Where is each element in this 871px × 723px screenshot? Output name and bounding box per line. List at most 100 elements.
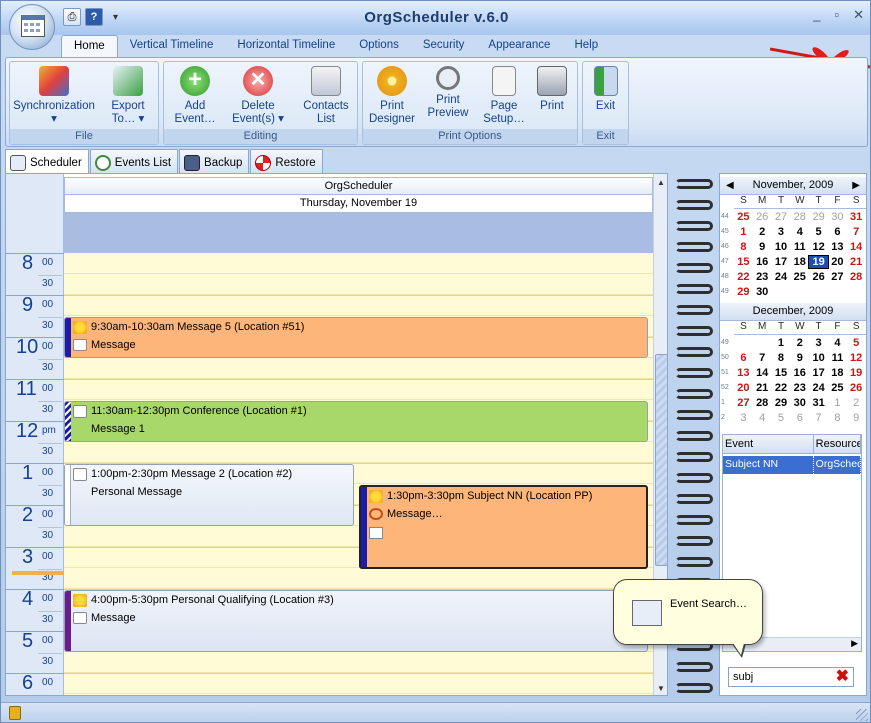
calendar-day[interactable]: 22 (734, 271, 753, 283)
event-subject-nn[interactable]: 1:30pm-3:30pm Subject NN (Location PP) M… (359, 485, 648, 569)
calendar-day[interactable]: 8 (734, 241, 753, 253)
tab-options[interactable]: Options (347, 35, 411, 57)
calendar-day[interactable]: 8 (828, 412, 847, 424)
calendar-day[interactable]: 9 (753, 241, 772, 253)
tab-vertical-timeline[interactable]: Vertical Timeline (118, 35, 226, 57)
calendar-day[interactable]: 1 (734, 226, 753, 238)
minimize-button[interactable]: _ (813, 7, 820, 23)
calendar-day[interactable]: 15 (772, 367, 791, 379)
calendar-day[interactable]: 26 (809, 271, 828, 283)
calendar-day[interactable]: 2 (790, 337, 809, 349)
print-button[interactable]: Print (525, 66, 579, 113)
calendar-day[interactable]: 19 (847, 367, 866, 379)
calendar-day[interactable]: 12 (847, 352, 866, 364)
synchronization-button[interactable]: Synchronization ▾ (12, 66, 96, 126)
event-conference[interactable]: 11:30am-12:30pm Conference (Location #1)… (64, 401, 648, 442)
calendar-day[interactable]: 5 (809, 226, 828, 238)
calendar-day[interactable]: 25 (734, 211, 753, 223)
calendar-day[interactable]: 20 (828, 256, 847, 268)
calendar-day[interactable]: 18 (828, 367, 847, 379)
calendar-day[interactable]: 16 (753, 256, 772, 268)
calendar-day[interactable]: 7 (753, 352, 772, 364)
tab-events-list[interactable]: Events List (89, 149, 179, 173)
calendar-day[interactable]: 28 (753, 397, 772, 409)
calendar-day[interactable]: 27 (772, 211, 791, 223)
calendar-day[interactable]: 14 (753, 367, 772, 379)
delete-events-button[interactable]: ✕ Delete Event(s) ▾ (224, 66, 292, 126)
calendar-day[interactable]: 26 (847, 382, 866, 394)
tab-help[interactable]: Help (562, 35, 610, 57)
calendar-day[interactable]: 27 (828, 271, 847, 283)
print-designer-button[interactable]: Print Designer (363, 66, 421, 126)
calendar-day[interactable]: 4 (828, 337, 847, 349)
calendar-day[interactable]: 6 (828, 226, 847, 238)
calendar-day[interactable]: 26 (753, 211, 772, 223)
calendar-day[interactable]: 9 (790, 352, 809, 364)
calendar-day[interactable]: 20 (734, 382, 753, 394)
calendar-day[interactable]: 11 (828, 352, 847, 364)
column-event[interactable]: Event (723, 435, 814, 453)
calendar-day[interactable]: 11 (790, 241, 809, 253)
exit-button[interactable]: Exit (583, 66, 628, 113)
calendar-day[interactable]: 2 (753, 226, 772, 238)
calendar-day[interactable]: 19 (808, 254, 829, 269)
calendar-day[interactable]: 21 (847, 256, 866, 268)
calendar-day[interactable]: 3 (772, 226, 791, 238)
tab-scheduler[interactable]: Scheduler (5, 149, 89, 173)
calendar-day[interactable]: 9 (847, 412, 866, 424)
calendar-day[interactable]: 4 (790, 226, 809, 238)
calendar-day[interactable]: 22 (772, 382, 791, 394)
calendar-day[interactable]: 15 (734, 256, 753, 268)
calendar-day[interactable]: 21 (753, 382, 772, 394)
calendar-day[interactable]: 5 (847, 337, 866, 349)
calendar-day[interactable]: 25 (790, 271, 809, 283)
scroll-down-icon[interactable]: ▼ (657, 684, 665, 693)
calendar-day[interactable]: 13 (734, 367, 753, 379)
close-button[interactable]: ✕ (853, 7, 864, 23)
calendar-day[interactable]: 7 (809, 412, 828, 424)
event-message-2[interactable]: 1:00pm-2:30pm Message 2 (Location #2) Pe… (64, 464, 354, 526)
calendar-day[interactable]: 28 (847, 271, 866, 283)
calendar-day[interactable]: 6 (790, 412, 809, 424)
calendar-day[interactable]: 2 (847, 397, 866, 409)
calendar-day[interactable]: 12 (809, 241, 828, 253)
calendar-day[interactable]: 1 (828, 397, 847, 409)
calendar-day[interactable]: 3 (809, 337, 828, 349)
calendar-day[interactable]: 10 (772, 241, 791, 253)
calendar-day[interactable]: 28 (790, 211, 809, 223)
calendar-day[interactable]: 25 (828, 382, 847, 394)
column-resource[interactable]: Resource (814, 435, 861, 453)
tab-security[interactable]: Security (411, 35, 477, 57)
calendar-day[interactable]: 3 (734, 412, 753, 424)
calendar-day[interactable]: 23 (753, 271, 772, 283)
event-search-input[interactable]: subj ✖ (728, 667, 854, 687)
scroll-right-icon[interactable]: ▶ (851, 638, 858, 649)
event-message-5[interactable]: 9:30am-10:30am Message 5 (Location #51) … (64, 317, 648, 358)
calendar-day[interactable]: 29 (809, 211, 828, 223)
calendar-day[interactable]: 24 (772, 271, 791, 283)
calendar-day[interactable]: 10 (809, 352, 828, 364)
all-day-area[interactable] (64, 213, 653, 253)
calendar-day[interactable]: 14 (847, 241, 866, 253)
calendar-day[interactable]: 31 (809, 397, 828, 409)
calendar-day[interactable]: 6 (734, 352, 753, 364)
scroll-up-icon[interactable]: ▲ (657, 178, 665, 187)
prev-month-icon[interactable]: ◀ (726, 177, 734, 194)
calendar-day[interactable]: 24 (809, 382, 828, 394)
calendar-day[interactable]: 29 (734, 286, 753, 298)
clear-search-icon[interactable]: ✖ (836, 668, 849, 686)
export-to-button[interactable]: Export To… ▾ (98, 66, 158, 126)
calendar-day[interactable]: 23 (790, 382, 809, 394)
add-event-button[interactable]: + Add Event… (164, 66, 226, 126)
calendar-day[interactable]: 29 (772, 397, 791, 409)
calendar-day[interactable]: 18 (790, 256, 809, 268)
tab-horizontal-timeline[interactable]: Horizontal Timeline (225, 35, 347, 57)
calendar-day[interactable]: 4 (753, 412, 772, 424)
resize-grip-icon[interactable] (856, 709, 868, 721)
calendar-day[interactable]: 30 (753, 286, 772, 298)
tab-restore[interactable]: Restore (250, 149, 323, 173)
calendar-day[interactable]: 13 (828, 241, 847, 253)
calendar-day[interactable]: 16 (790, 367, 809, 379)
calendar-day[interactable]: 17 (772, 256, 791, 268)
scrollbar-thumb[interactable] (655, 354, 667, 566)
